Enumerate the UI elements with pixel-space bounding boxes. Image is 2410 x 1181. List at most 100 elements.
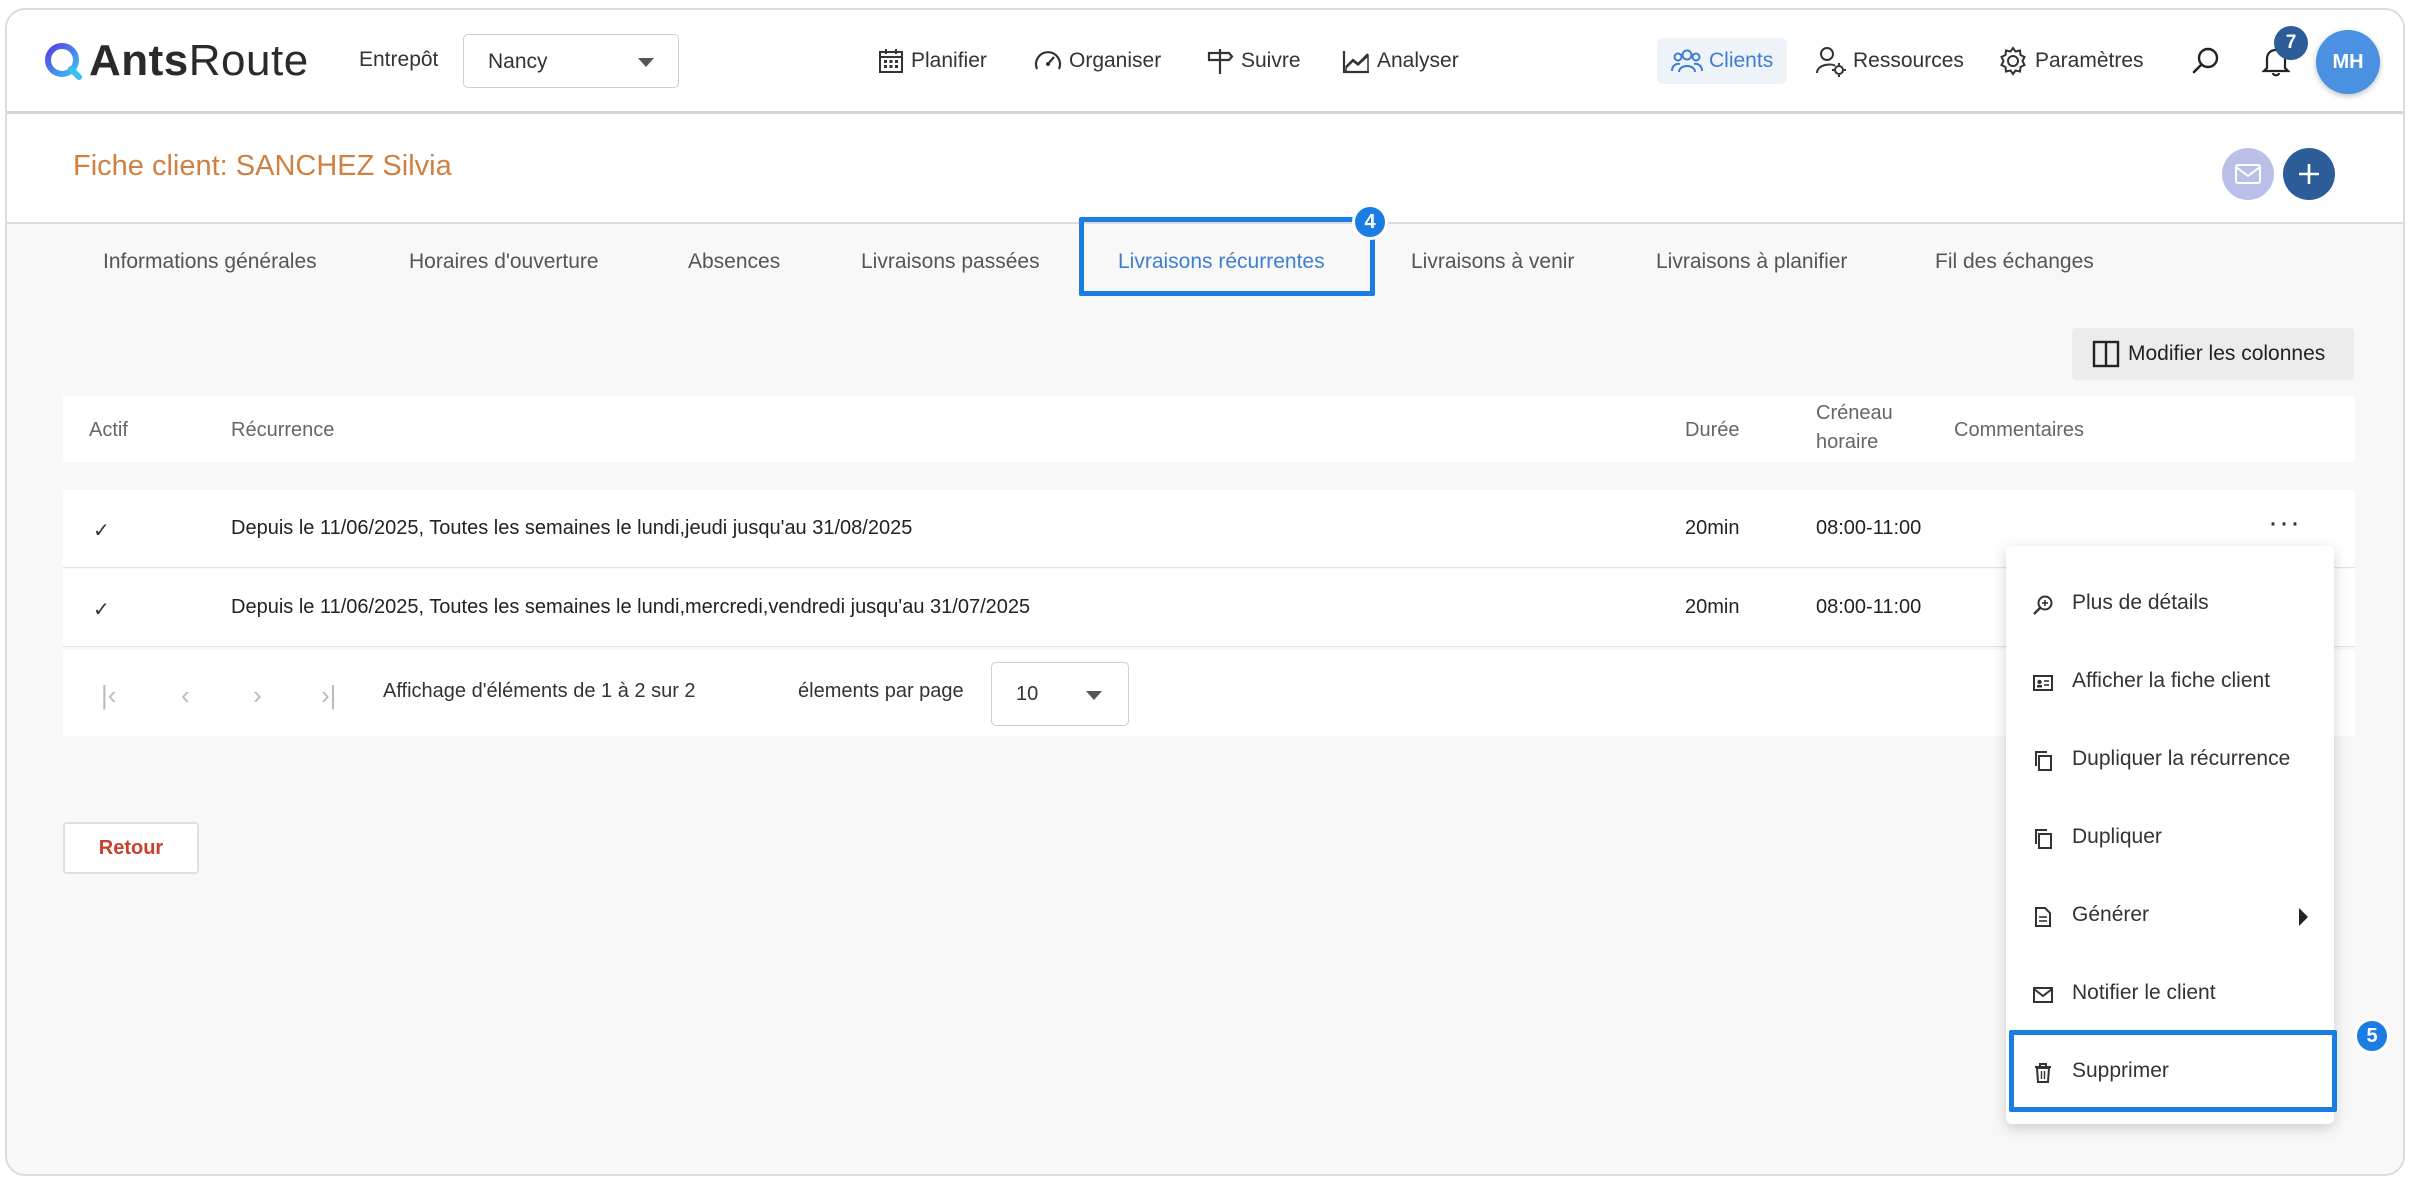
delete-highlight-annotation [2009,1030,2337,1112]
tab-livraisons-passees[interactable]: Livraisons passées [861,250,1040,274]
step-marker-4: 4 [1352,204,1388,240]
menu-item-label: Dupliquer [2072,825,2162,848]
search-button[interactable] [2183,38,2229,84]
first-page-icon[interactable]: |‹ [101,680,116,711]
notification-count-badge: 7 [2274,26,2308,60]
menu-item-dupliquer[interactable]: Dupliquer [2006,800,2334,878]
chart-icon [1342,51,1369,74]
copy-icon [2035,829,2052,849]
menu-item-afficher-fiche-client[interactable]: Afficher la fiche client [2006,644,2334,722]
logo-icon [45,43,82,80]
tab-absences[interactable]: Absences [688,250,780,274]
per-page-select[interactable]: 10 [991,662,1129,726]
header-duree[interactable]: Durée [1685,419,1739,442]
nav-planifier[interactable]: Planifier [877,38,987,84]
cell-creneau: 08:00-11:00 [1816,517,1922,539]
user-avatar[interactable]: MH [2316,30,2380,94]
check-icon: ✓ [93,520,110,542]
nav-suivre-label: Suivre [1241,49,1301,72]
next-page-icon[interactable]: › [253,680,262,711]
logo-text-regular: Route [188,36,309,85]
menu-item-notifier-client[interactable]: Notifier le client [2006,956,2334,1034]
menu-item-label: Générer [2072,903,2150,926]
more-actions-button[interactable]: ··· [2268,506,2301,540]
nav-suivre[interactable]: Suivre [1205,38,1301,84]
page-header: Fiche client: SANCHEZ Silvia [7,114,2403,224]
check-icon: ✓ [93,599,110,621]
menu-item-generer[interactable]: Générer [2006,878,2334,956]
edit-columns-label: Modifier les colonnes [2128,342,2326,365]
warehouse-label: Entrepôt [359,48,439,71]
nav-parametres-label: Paramètres [2035,49,2144,72]
cell-duree: 20min [1685,517,1740,539]
tab-informations-generales[interactable]: Informations générales [103,250,317,274]
nav-clients-label: Clients [1709,49,1774,72]
warehouse-select[interactable]: Nancy [463,34,679,88]
logo-text-bold: Ants [89,36,189,85]
header-actif[interactable]: Actif [89,419,128,442]
tab-fil-des-echanges[interactable]: Fil des échanges [1935,250,2094,274]
document-icon [2035,907,2051,927]
nav-clients[interactable]: Clients [1657,38,1788,84]
tab-livraisons-a-venir[interactable]: Livraisons à venir [1411,250,1574,274]
columns-icon [2092,340,2120,368]
menu-item-plus-de-details[interactable]: Plus de détails [2006,566,2334,644]
top-navbar: AntsRoute Entrepôt Nancy Planifier Organ… [7,10,2403,114]
search-icon [2192,47,2219,74]
menu-item-label: Afficher la fiche client [2072,669,2271,692]
page-title: Fiche client: SANCHEZ Silvia [73,150,452,182]
cell-recurrence: Depuis le 11/06/2025, Toutes les semaine… [231,596,1031,618]
id-card-icon [2033,675,2053,691]
copy-icon [2035,751,2052,771]
gear-icon [2000,46,2026,76]
email-button[interactable] [2222,148,2274,200]
menu-item-dupliquer-recurrence[interactable]: Dupliquer la récurrence [2006,722,2334,800]
edit-columns-button[interactable]: Modifier les colonnes [2072,328,2354,380]
back-button[interactable]: Retour [63,822,199,874]
user-gear-icon [1816,47,1846,77]
zoom-icon [2033,595,2053,615]
nav-analyser[interactable]: Analyser [1341,38,1459,84]
menu-item-label: Plus de détails [2072,591,2209,614]
app-window: AntsRoute Entrepôt Nancy Planifier Organ… [5,8,2405,1176]
nav-analyser-label: Analyser [1377,49,1459,72]
header-recurrence[interactable]: Récurrence [231,419,334,442]
nav-parametres[interactable]: Paramètres [1997,38,2144,84]
header-creneau-line1[interactable]: Créneau [1816,402,1893,425]
nav-organiser-label: Organiser [1069,49,1162,72]
pagination-summary: Affichage d'éléments de 1 à 2 sur 2 [383,680,696,702]
cell-duree: 20min [1685,596,1740,618]
prev-page-icon[interactable]: ‹ [181,680,190,711]
tab-livraisons-a-planifier[interactable]: Livraisons à planifier [1656,250,1847,274]
warehouse-value: Nancy [488,50,548,73]
mail-icon [2235,164,2261,184]
logo[interactable]: AntsRoute [43,36,309,86]
cell-recurrence: Depuis le 11/06/2025, Toutes les semaine… [231,517,913,539]
nav-organiser[interactable]: Organiser [1033,38,1161,84]
nav-planifier-label: Planifier [911,49,987,72]
per-page-value: 10 [1016,683,1039,705]
gauge-icon [1034,51,1062,70]
step-marker-5: 5 [2354,1018,2390,1054]
nav-ressources-label: Ressources [1853,49,1964,72]
header-creneau-line2[interactable]: horaire [1816,431,1878,454]
chevron-down-icon [1086,691,1102,700]
calendar-icon [879,49,903,73]
menu-item-label: Notifier le client [2072,981,2216,1004]
signpost-icon [1207,49,1234,74]
per-page-label: élements par page [798,680,964,702]
tab-horaires-ouverture[interactable]: Horaires d'ouverture [409,250,599,274]
mail-icon [2033,987,2053,1003]
cell-creneau: 08:00-11:00 [1816,596,1922,618]
add-button[interactable] [2283,148,2335,200]
users-icon [1671,49,1703,73]
last-page-icon[interactable]: ›| [321,680,336,711]
tab-highlight-annotation [1079,217,1375,296]
header-commentaires[interactable]: Commentaires [1954,419,2084,442]
caret-right-icon [2299,908,2308,926]
table-header: Actif Récurrence Durée Créneau horaire C… [63,396,2355,462]
menu-item-label: Dupliquer la récurrence [2072,747,2291,770]
nav-ressources[interactable]: Ressources [1815,38,1964,84]
plus-icon [2299,164,2319,184]
chevron-down-icon [638,58,654,67]
